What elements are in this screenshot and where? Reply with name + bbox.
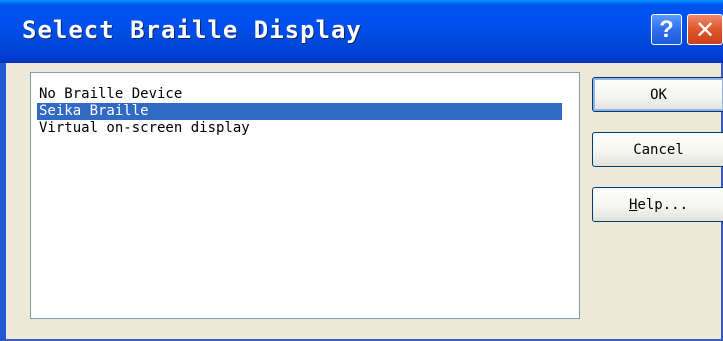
list-item[interactable]: Virtual on-screen display (37, 120, 562, 137)
help-button-label: Help... (629, 197, 688, 213)
close-glyph: ✕ (694, 15, 716, 44)
list-item-label: Virtual on-screen display (39, 120, 250, 136)
title-bar[interactable]: Select Braille Display ? ✕ (0, 0, 723, 63)
list-item[interactable]: No Braille Device (37, 86, 562, 103)
braille-display-list[interactable]: No Braille Device Seika Braille Virtual … (30, 72, 580, 319)
window-title: Select Braille Display (22, 16, 362, 44)
cancel-button[interactable]: Cancel (592, 132, 723, 167)
help-button[interactable]: Help... (592, 187, 723, 222)
list-item-label: Seika Braille (39, 103, 149, 119)
help-icon[interactable]: ? (651, 14, 682, 45)
help-label-rest: elp... (637, 196, 688, 213)
dialog-window: Select Braille Display ? ✕ No Braille De… (0, 0, 723, 341)
list-item-selected[interactable]: Seika Braille (37, 103, 562, 120)
close-icon[interactable]: ✕ (687, 14, 723, 45)
ok-button[interactable]: OK (592, 77, 723, 112)
list-item-label: No Braille Device (39, 86, 183, 102)
ok-button-label: OK (650, 86, 667, 103)
cancel-button-label: Cancel (633, 141, 684, 158)
help-glyph: ? (659, 15, 674, 43)
